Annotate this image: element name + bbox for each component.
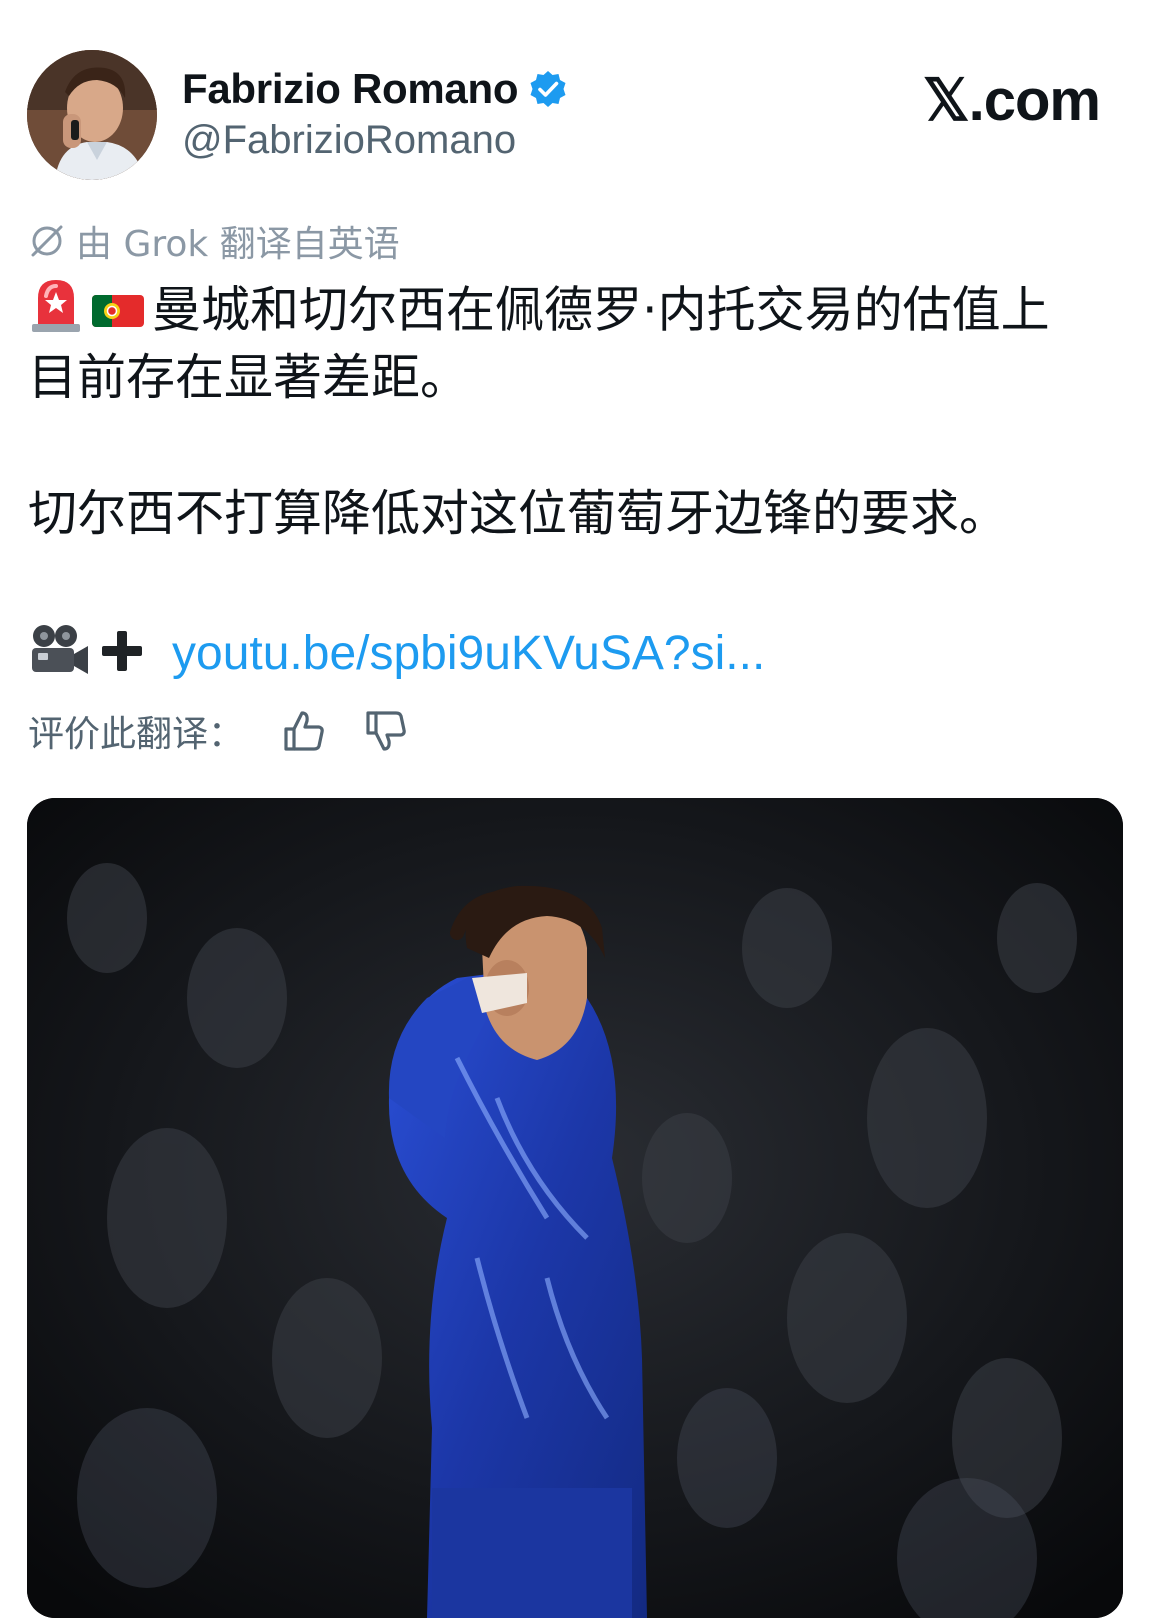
- plus-emoji-icon: [98, 627, 146, 679]
- rate-translation-row: 评价此翻译：: [28, 706, 408, 756]
- author-avatar[interactable]: [27, 50, 157, 180]
- author-name-row[interactable]: Fabrizio Romano: [182, 64, 568, 114]
- thumbs-up-icon[interactable]: [282, 709, 326, 753]
- author-display-name[interactable]: Fabrizio Romano: [182, 65, 518, 113]
- author-handle[interactable]: @FabrizioRomano: [182, 118, 516, 163]
- youtube-link[interactable]: youtu.be/spbi9uKVuSA?si...: [172, 626, 765, 681]
- tweet-text-line-3: 切尔西不打算降低对这位葡萄牙边锋的要求。: [28, 485, 1009, 542]
- tweet-header: Fabrizio Romano @FabrizioRomano 𝕏.com: [0, 0, 1170, 200]
- grok-translation-note[interactable]: 由 Grok 翻译自英语: [28, 218, 400, 265]
- movie-camera-emoji-icon: [28, 622, 90, 684]
- player-celebration-image: [27, 798, 1123, 1618]
- x-logo: 𝕏.com: [922, 68, 1101, 133]
- rate-translation-label: 评价此翻译：: [28, 714, 245, 755]
- thumbs-down-icon[interactable]: [364, 709, 408, 753]
- translate-icon: [28, 222, 66, 260]
- portugal-flag-emoji-icon: [92, 281, 144, 345]
- tweet-text-line-2: 目前存在显著差距。: [28, 349, 470, 406]
- verified-badge-icon: [528, 69, 568, 109]
- police-light-emoji-icon: [28, 276, 84, 350]
- translation-note-text: 由 Grok 翻译自英语: [76, 224, 400, 265]
- tweet-media-photo[interactable]: [27, 798, 1123, 1618]
- tweet-line-1-text: 曼城和切尔西在佩德罗·内托交易的估值上: [152, 281, 1050, 339]
- avatar-photo: [27, 50, 157, 180]
- tweet-link-row: youtu.be/spbi9uKVuSA?si...: [28, 618, 765, 688]
- tweet-text-line-1: 曼城和切尔西在佩德罗·内托交易的估值上: [28, 276, 1138, 350]
